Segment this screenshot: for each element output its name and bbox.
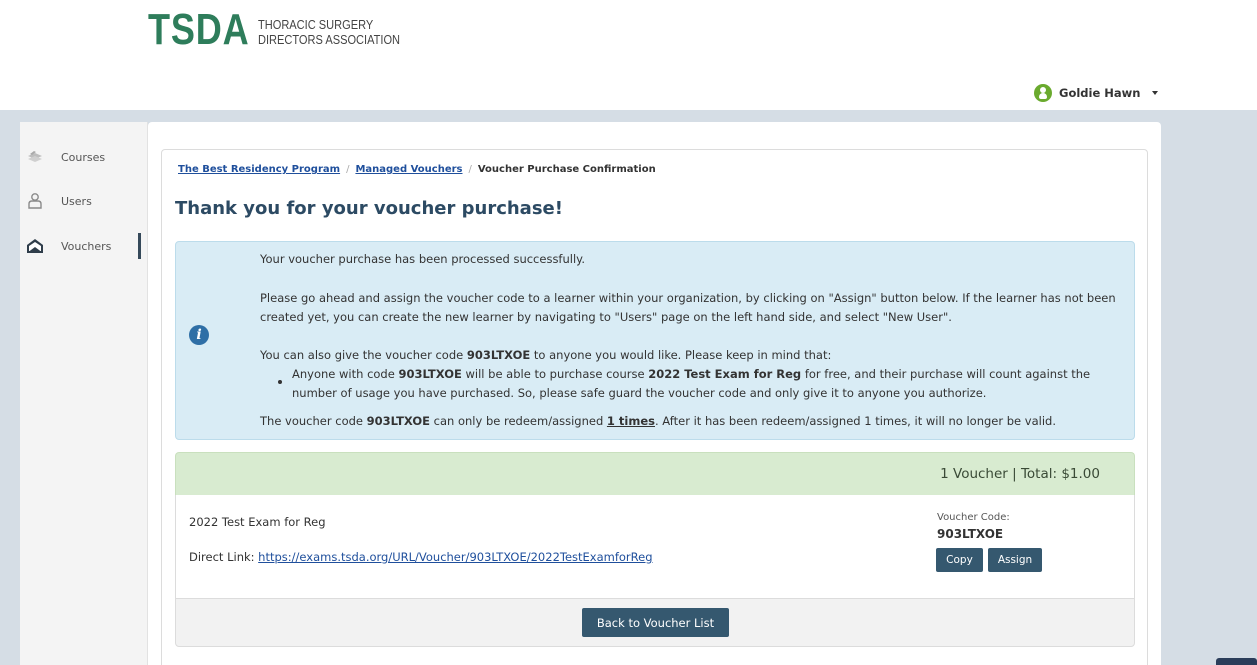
back-to-voucher-list-button[interactable]: Back to Voucher List [582,608,729,637]
breadcrumb-current: Voucher Purchase Confirmation [477,164,656,175]
site-header: TSDA THORACIC SURGERY DIRECTORS ASSOCIAT… [0,0,1257,110]
sidebar-item-users[interactable]: Users [20,189,148,213]
sidebar-item-vouchers[interactable]: Vouchers [20,233,148,259]
info-assign-text: Please go ahead and assign the voucher c… [260,291,1116,305]
content-card: The Best Residency Program / Managed Vou… [161,149,1148,665]
assign-button[interactable]: Assign [988,548,1042,572]
text-segment: You can also give the voucher code [260,348,467,362]
card-footer: Back to Voucher List [175,598,1135,647]
text-segment: The voucher code [260,414,367,428]
course-name-inline: 2022 Test Exam for Reg [648,367,802,381]
text-segment: for free, and their purchase will count … [801,367,1091,381]
info-bullet-text-cont: number of usage you have purchased. So, … [292,386,987,400]
breadcrumb-link-managed-vouchers[interactable]: Managed Vouchers [355,164,462,175]
logo-subtitle: THORACIC SURGERY DIRECTORS ASSOCIATION [258,17,400,47]
direct-link-url[interactable]: https://exams.tsda.org/URL/Voucher/903LT… [258,550,652,564]
breadcrumb-separator: / [346,164,350,175]
sidebar: Courses Users Vouchers [20,122,148,665]
sidebar-item-label: Vouchers [61,239,112,253]
voucher-row: 2022 Test Exam for Reg Direct Link: http… [175,495,1135,598]
logo-line-1: THORACIC SURGERY [258,17,374,32]
page-title: Thank you for your voucher purchase! [175,198,563,219]
user-avatar-icon [1034,84,1052,102]
text-segment: will be able to purchase course [461,367,649,381]
active-indicator [138,233,141,259]
info-alert: i Your voucher purchase has been process… [175,241,1135,440]
info-share-code-text: You can also give the voucher code 903LT… [260,348,831,362]
direct-link: Direct Link: https://exams.tsda.org/URL/… [189,550,653,564]
bullet-dot [276,377,286,387]
info-create-user-text: created yet, you can create the new lear… [260,310,952,324]
info-bullet-text: Anyone with code 903LTXOE will be able t… [292,367,1090,381]
text-segment: Anyone with code [292,367,399,381]
info-icon: i [189,325,209,345]
text-segment: to anyone you would like. Please keep in… [530,348,832,362]
text-segment: . After it has been redeem/assigned 1 ti… [655,414,1056,428]
user-icon [28,193,42,209]
info-validity-text: The voucher code 903LTXOE can only be re… [260,414,1056,428]
logo-line-2: DIRECTORS ASSOCIATION [258,32,401,47]
voucher-code-label: Voucher Code: [937,512,1010,523]
main-content: The Best Residency Program / Managed Vou… [148,122,1161,665]
corner-widget[interactable] [1216,658,1257,665]
voucher-code-inline: 903LTXOE [366,414,431,428]
user-name: Goldie Hawn [1059,86,1141,100]
user-menu[interactable]: Goldie Hawn [1034,84,1159,102]
sidebar-item-label: Courses [61,150,106,164]
voucher-code-inline: 903LTXOE [466,348,531,362]
sidebar-item-label: Users [61,194,92,208]
courses-icon [28,151,42,162]
chevron-down-icon [1152,91,1159,95]
order-summary: 1 Voucher | Total: $1.00 [175,452,1135,495]
direct-link-label: Direct Link: [189,550,259,564]
usage-times: 1 times [606,414,655,428]
breadcrumb: The Best Residency Program / Managed Vou… [178,164,656,175]
tsda-logo[interactable]: TSDA THORACIC SURGERY DIRECTORS ASSOCIAT… [148,6,425,54]
order-total: 1 Voucher | Total: $1.00 [940,466,1100,482]
copy-button[interactable]: Copy [936,548,983,572]
info-success-text: Your voucher purchase has been processed… [260,252,585,266]
voucher-code-inline: 903LTXOE [398,367,462,381]
course-name: 2022 Test Exam for Reg [189,515,326,529]
breadcrumb-link-program[interactable]: The Best Residency Program [178,164,340,175]
logo-mark: TSDA [148,5,250,54]
text-segment: can only be redeem/assigned [430,414,607,428]
voucher-icon [27,239,43,253]
voucher-code: 903LTXOE [937,527,1004,541]
breadcrumb-separator: / [468,164,472,175]
sidebar-item-courses[interactable]: Courses [20,145,148,169]
